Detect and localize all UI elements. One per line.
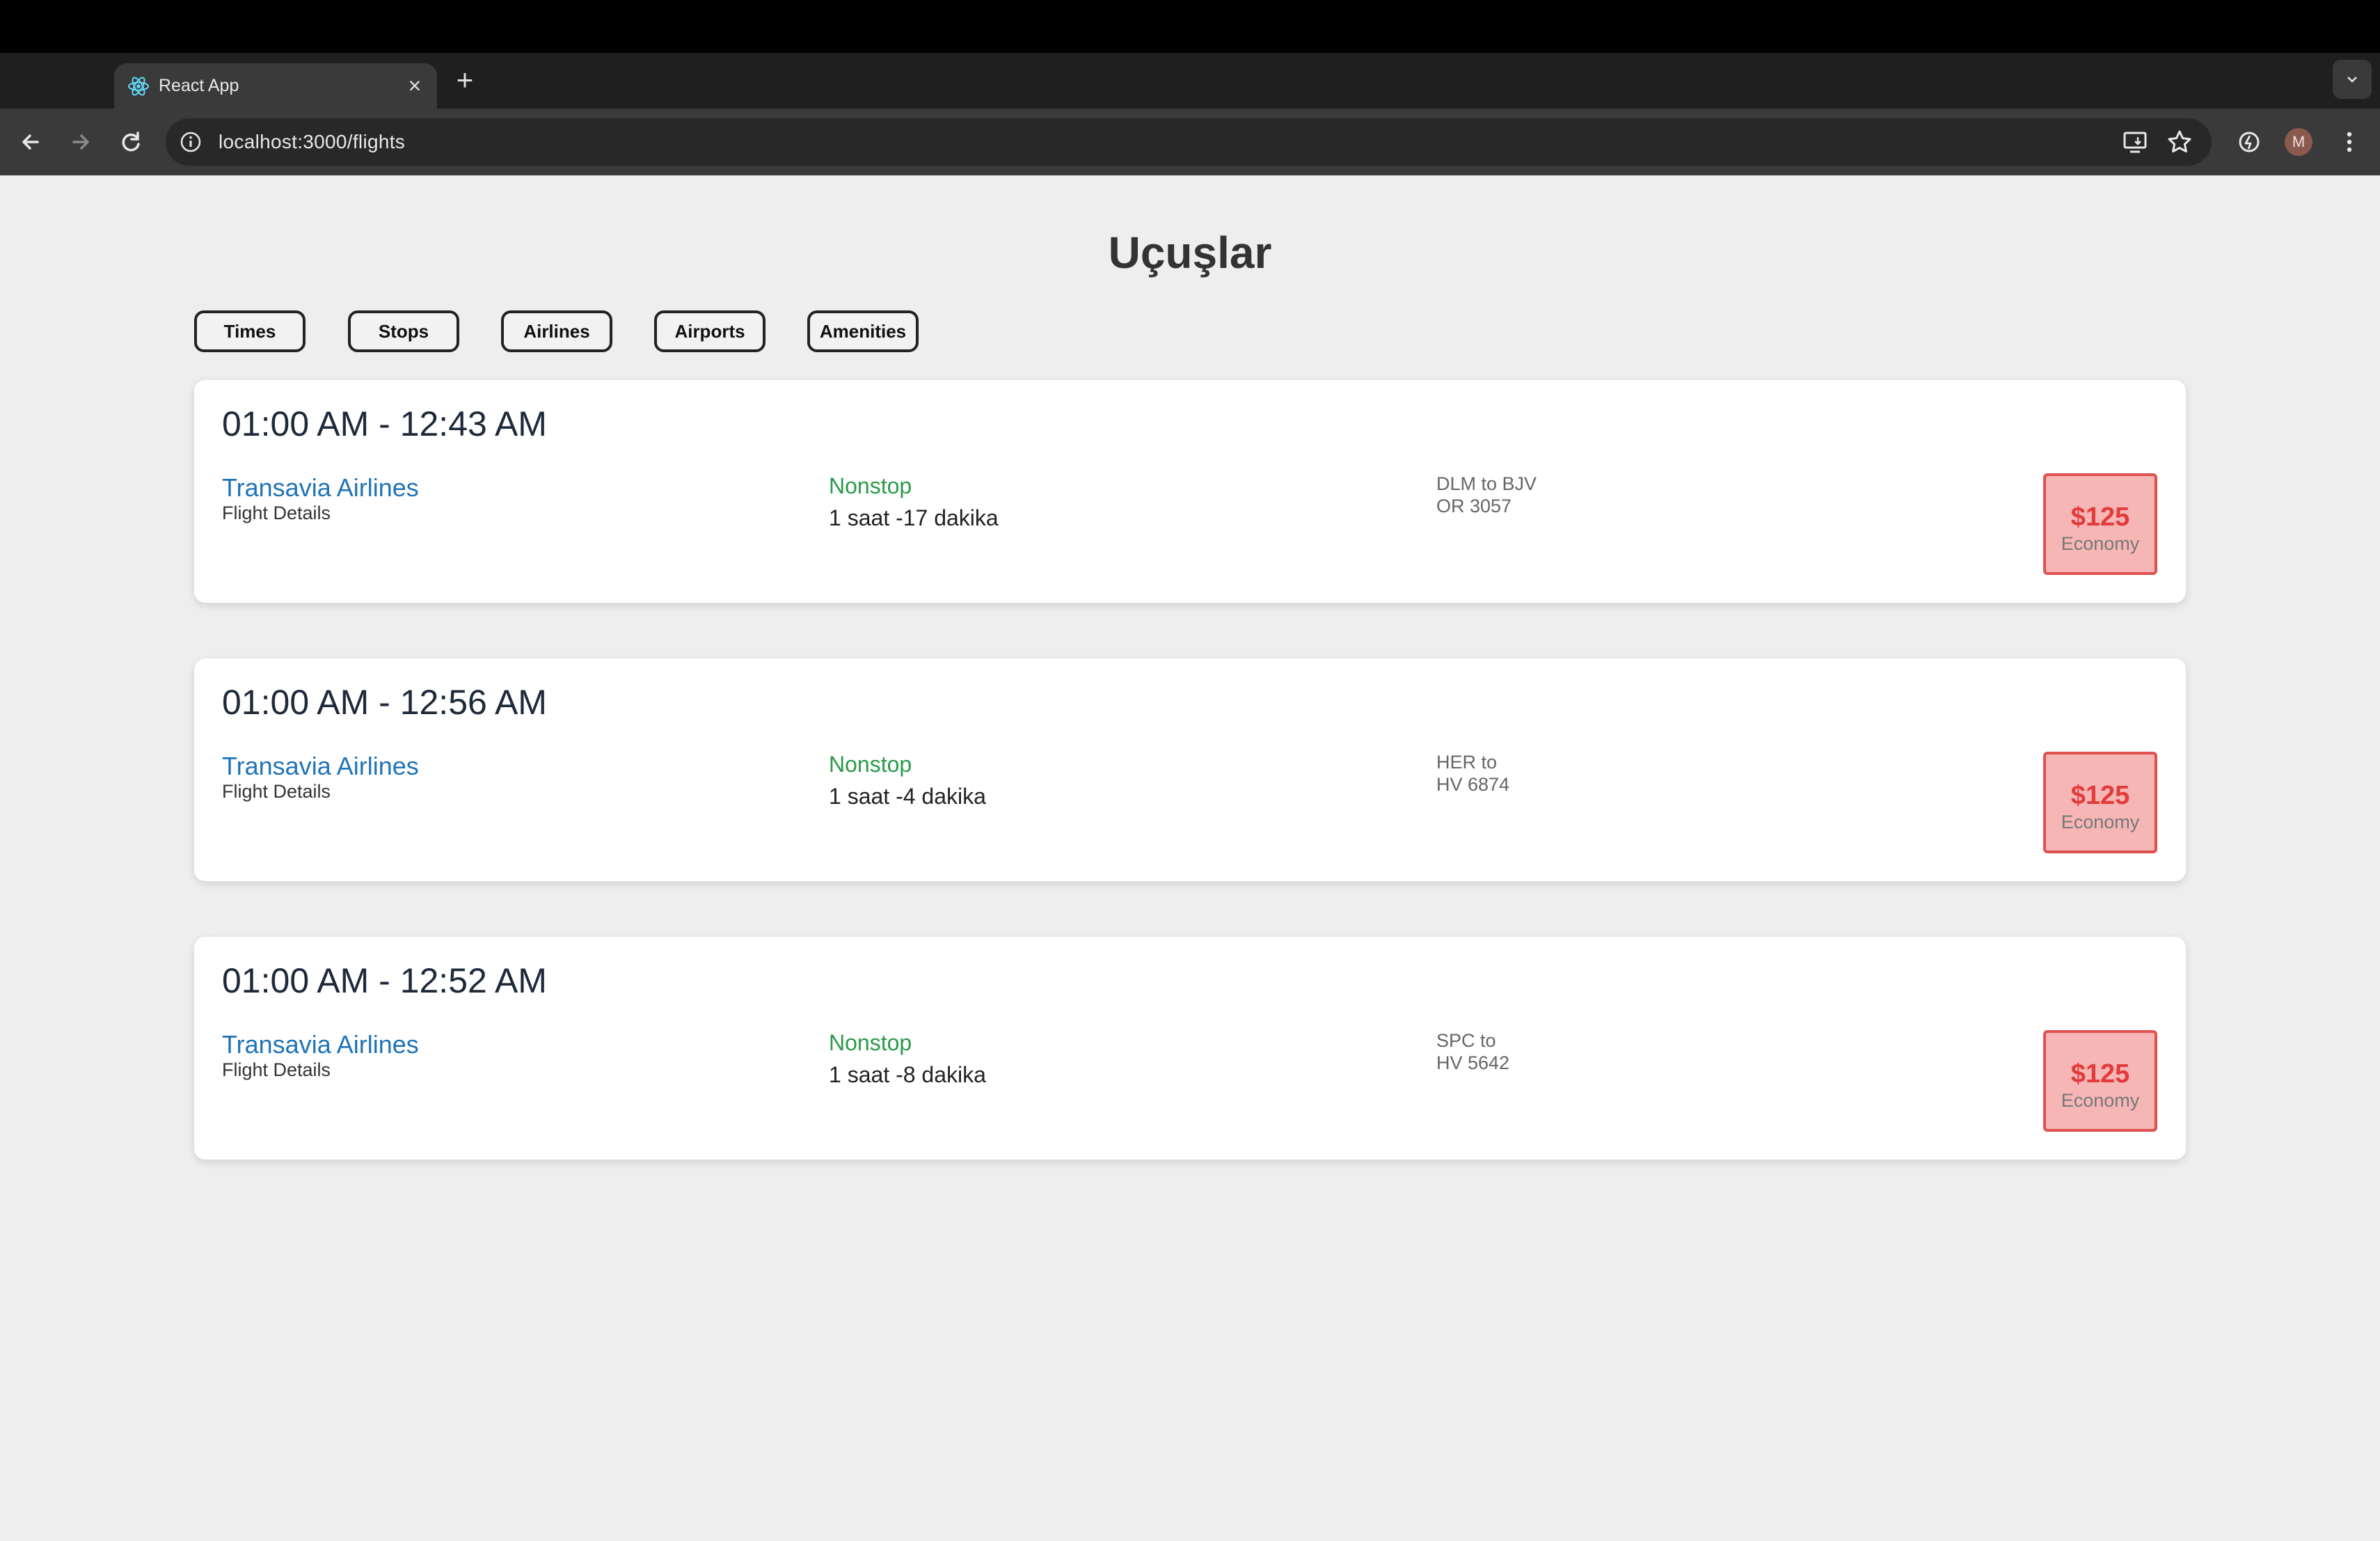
price-amount: $125 <box>2070 1059 2130 1089</box>
browser-tab[interactable]: React App × <box>114 63 437 109</box>
forward-arrow-icon[interactable] <box>63 124 99 160</box>
address-bar[interactable]: localhost:3000/flights <box>166 118 2212 166</box>
price-amount: $125 <box>2070 781 2130 810</box>
tab-search-chevron-icon[interactable] <box>2333 60 2372 99</box>
stops-label: Nonstop <box>829 752 912 777</box>
flight-route: SPC to <box>1436 1030 1496 1051</box>
flight-time-range: 01:00 AM - 12:43 AM <box>222 404 547 443</box>
close-tab-icon[interactable]: × <box>401 72 429 100</box>
flight-route: HER to <box>1436 752 1498 773</box>
filter-stops-button[interactable]: Stops <box>348 310 459 352</box>
tab-strip: React App × + <box>0 53 2380 109</box>
reload-icon[interactable] <box>113 124 149 160</box>
flight-details-link[interactable]: Flight Details <box>222 781 331 803</box>
flight-details-link[interactable]: Flight Details <box>222 503 331 524</box>
os-top-bar <box>0 0 2380 53</box>
flight-route: DLM to BJV <box>1436 473 1537 494</box>
flight-duration: 1 saat -8 dakika <box>829 1062 986 1087</box>
cabin-class: Economy <box>2061 533 2140 554</box>
flight-duration: 1 saat -4 dakika <box>829 784 986 809</box>
url-text: localhost:3000/flights <box>219 131 406 152</box>
site-info-icon[interactable] <box>178 129 203 155</box>
flight-card: 01:00 AM - 12:43 AM Transavia Airlines F… <box>194 380 2186 603</box>
flight-number: HV 5642 <box>1436 1052 1510 1073</box>
flight-number: OR 3057 <box>1436 496 1512 516</box>
new-tab-icon[interactable]: + <box>448 63 482 97</box>
flight-duration: 1 saat -17 dakika <box>829 505 999 530</box>
filter-amenities-button[interactable]: Amenities <box>807 310 919 352</box>
cabin-class: Economy <box>2061 812 2140 832</box>
stops-label: Nonstop <box>829 473 912 498</box>
airline-name[interactable]: Transavia Airlines <box>222 752 419 781</box>
react-icon <box>128 77 149 96</box>
filter-times-button[interactable]: Times <box>194 310 306 352</box>
install-app-icon[interactable] <box>2117 124 2153 160</box>
flight-card: 01:00 AM - 12:52 AM Transavia Airlines F… <box>194 937 2186 1160</box>
profile-avatar[interactable]: M <box>2285 128 2312 156</box>
browser-toolbar: localhost:3000/flights M <box>0 109 2380 175</box>
airline-name[interactable]: Transavia Airlines <box>222 1030 419 1059</box>
flight-details-link[interactable]: Flight Details <box>222 1059 331 1081</box>
bookmark-star-icon[interactable] <box>2161 124 2198 160</box>
price-amount: $125 <box>2070 503 2130 532</box>
price-select-button[interactable]: $125 Economy <box>2043 1030 2157 1132</box>
filter-airports-button[interactable]: Airports <box>654 310 765 352</box>
page-title: Uçuşlar <box>1108 228 1272 278</box>
flight-card: 01:00 AM - 12:56 AM Transavia Airlines F… <box>194 658 2186 881</box>
flight-number: HV 6874 <box>1436 774 1510 795</box>
tab-title: React App <box>159 76 239 95</box>
cabin-class: Economy <box>2061 1090 2140 1111</box>
filter-airlines-button[interactable]: Airlines <box>501 310 612 352</box>
back-arrow-icon[interactable] <box>13 124 49 160</box>
more-menu-icon[interactable] <box>2331 124 2367 160</box>
flight-time-range: 01:00 AM - 12:52 AM <box>222 961 547 1000</box>
price-select-button[interactable]: $125 Economy <box>2043 752 2157 853</box>
flight-time-range: 01:00 AM - 12:56 AM <box>222 683 547 722</box>
extensions-icon[interactable] <box>2231 124 2267 160</box>
price-select-button[interactable]: $125 Economy <box>2043 473 2157 575</box>
stops-label: Nonstop <box>829 1030 912 1055</box>
airline-name[interactable]: Transavia Airlines <box>222 473 419 503</box>
